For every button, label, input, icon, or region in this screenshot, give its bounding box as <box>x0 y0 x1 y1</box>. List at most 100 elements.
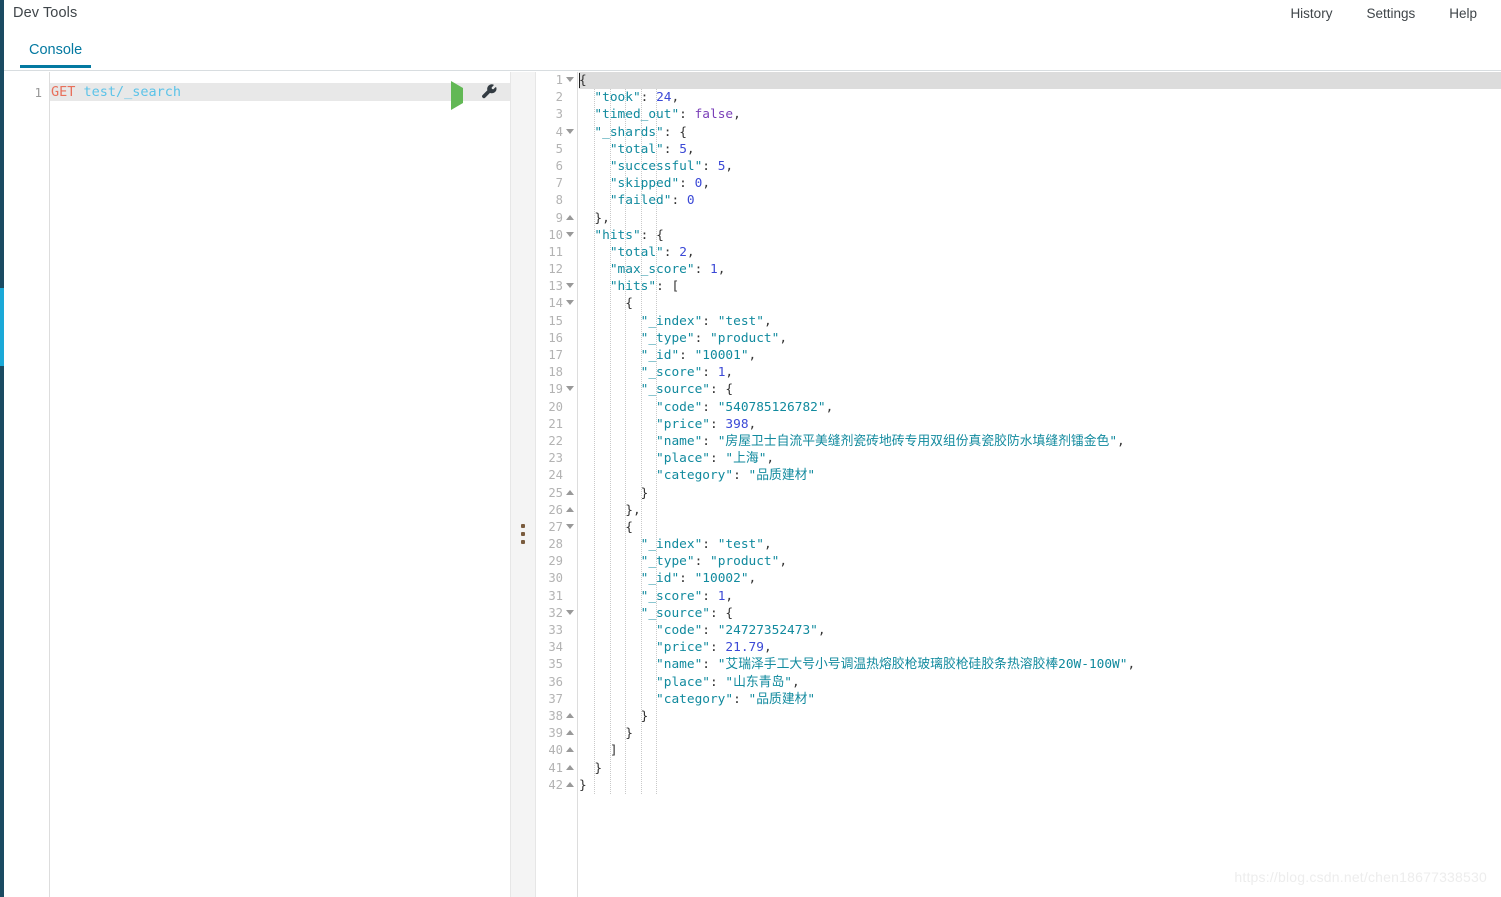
response-code-line[interactable]: } <box>579 760 1135 777</box>
response-code-line[interactable]: "hits": [ <box>579 278 1135 295</box>
chevron-up-icon[interactable] <box>566 712 574 718</box>
response-line-number: 30 <box>548 571 563 586</box>
token-punc: : <box>702 623 718 638</box>
chevron-down-icon[interactable] <box>566 128 574 134</box>
response-line-number: 15 <box>548 313 563 328</box>
chevron-down-icon[interactable] <box>566 231 574 237</box>
response-code-line[interactable]: { <box>579 295 1135 312</box>
response-code-line[interactable]: "_id": "10002", <box>579 570 1135 587</box>
request-editor-pane[interactable]: 1 GET test/_search <box>4 72 510 897</box>
response-code-line[interactable]: "place": "山东青岛", <box>579 674 1135 691</box>
chevron-down-icon[interactable] <box>566 77 574 82</box>
response-code-line[interactable]: "_index": "test", <box>579 313 1135 330</box>
response-line-content: "timed_out": false, <box>579 107 740 122</box>
chevron-down-icon[interactable] <box>566 300 574 306</box>
topnav-item-help[interactable]: Help <box>1449 6 1477 21</box>
response-code-viewer[interactable]: 1 2 3 4 5 6 7 8 9 10 11 12 13 14 15 16 17 18 19 20 21 22 23 24 2… <box>536 72 1501 897</box>
response-code-line[interactable]: "_type": "product", <box>579 553 1135 570</box>
response-code-line[interactable]: } <box>579 777 1135 794</box>
response-code-line[interactable]: "timed_out": false, <box>579 106 1135 123</box>
topnav-item-history[interactable]: History <box>1290 6 1332 21</box>
response-code-line[interactable]: } <box>579 485 1135 502</box>
chevron-up-icon[interactable] <box>566 747 574 753</box>
response-code-line[interactable]: } <box>579 708 1135 725</box>
response-code-line[interactable]: "category": "品质建材" <box>579 691 1135 708</box>
chevron-up-icon[interactable] <box>566 489 574 495</box>
wrench-icon[interactable] <box>481 84 498 106</box>
chevron-up-icon[interactable] <box>566 214 574 220</box>
response-code-line[interactable]: "took": 24, <box>579 89 1135 106</box>
response-line-number: 13 <box>536 278 577 295</box>
token-str: "品质建材" <box>748 468 816 484</box>
token-brace: } <box>625 502 633 518</box>
response-lines[interactable]: { "took": 24, "timed_out": false, "_shar… <box>579 72 1501 794</box>
token-key: "_index" <box>640 537 703 553</box>
response-code-line[interactable]: "code": "540785126782", <box>579 399 1135 416</box>
response-code-line[interactable]: { <box>579 72 1501 90</box>
token-punc: , <box>763 640 772 656</box>
response-code-line[interactable]: "_score": 1, <box>579 364 1135 381</box>
response-code-line[interactable]: "total": 2, <box>579 244 1135 261</box>
response-code-line[interactable]: "hits": { <box>579 227 1135 244</box>
response-code-line[interactable]: "name": "房屋卫士自流平美缝剂瓷砖地砖专用双组份真瓷胶防水填缝剂镭金色"… <box>579 433 1135 450</box>
token-key: "name" <box>656 433 703 449</box>
response-code-line[interactable]: "_type": "product", <box>579 330 1135 347</box>
chevron-down-icon[interactable] <box>566 283 574 289</box>
response-code-line[interactable]: "_score": 1, <box>579 588 1135 605</box>
response-code-line[interactable]: "_shards": { <box>579 124 1135 141</box>
response-code-line[interactable]: "_id": "10001", <box>579 347 1135 364</box>
response-code-line[interactable]: "place": "上海", <box>579 450 1135 467</box>
response-line-number: 2 <box>555 90 563 105</box>
response-code-line[interactable]: "price": 398, <box>579 416 1135 433</box>
response-code-line[interactable]: "failed": 0 <box>579 192 1135 209</box>
response-line-number: 40 <box>536 742 577 759</box>
response-code-line[interactable]: "max_score": 1, <box>579 261 1135 278</box>
response-code-line[interactable]: ] <box>579 742 1135 759</box>
response-code-line[interactable]: }, <box>579 210 1135 227</box>
chevron-down-icon[interactable] <box>566 609 574 615</box>
request-line-text[interactable]: GET test/_search <box>51 84 181 101</box>
response-code-line[interactable]: "_source": { <box>579 381 1135 398</box>
response-line-number: 22 <box>548 433 563 448</box>
chevron-up-icon[interactable] <box>566 764 574 770</box>
token-punc: : <box>694 262 710 278</box>
token-key: "category" <box>656 468 734 484</box>
token-str: "房屋卫士自流平美缝剂瓷砖地砖专用双组份真瓷胶防水填缝剂镭金色" <box>717 433 1118 449</box>
response-code-line[interactable]: "total": 5, <box>579 141 1135 158</box>
response-pane[interactable]: 1 2 3 4 5 6 7 8 9 10 11 12 13 14 15 16 17 18 19 20 21 22 23 24 2… <box>536 72 1501 897</box>
response-code-line[interactable]: "name": "艾瑞泽手工大号小号调温热熔胶枪玻璃胶枪硅胶条热溶胶棒20W-1… <box>579 656 1135 673</box>
response-code-line[interactable]: }, <box>579 502 1135 519</box>
response-code-line[interactable]: "successful": 5, <box>579 158 1135 175</box>
response-line-content: "name": "房屋卫士自流平美缝剂瓷砖地砖专用双组份真瓷胶防水填缝剂镭金色"… <box>579 434 1125 449</box>
response-line-content: "_score": 1, <box>579 589 734 604</box>
response-code-line[interactable]: "code": "24727352473", <box>579 622 1135 639</box>
response-line-content: ] <box>579 743 618 758</box>
drag-handle-icon[interactable] <box>521 524 525 548</box>
chevron-down-icon[interactable] <box>566 523 574 529</box>
token-brace: { <box>725 605 734 621</box>
response-code-line[interactable]: { <box>579 519 1135 536</box>
request-code-editor[interactable]: 1 GET test/_search <box>4 72 510 897</box>
response-line-content: "_score": 1, <box>579 365 734 380</box>
chevron-down-icon[interactable] <box>566 386 574 392</box>
response-code-line[interactable]: "category": "品质建材" <box>579 467 1135 484</box>
play-icon[interactable] <box>451 80 464 110</box>
response-code-line[interactable]: "_index": "test", <box>579 536 1135 553</box>
panel-splitter[interactable] <box>510 72 536 897</box>
token-punc: : <box>709 416 726 432</box>
response-code-line[interactable]: "_source": { <box>579 605 1135 622</box>
token-punc: , <box>825 399 834 415</box>
token-punc: , <box>766 451 775 467</box>
response-code-line[interactable]: "price": 21.79, <box>579 639 1135 656</box>
response-code-line[interactable]: "skipped": 0, <box>579 175 1135 192</box>
token-punc: , <box>717 262 726 278</box>
response-line-number: 31 <box>548 588 563 603</box>
chevron-up-icon[interactable] <box>566 781 574 787</box>
chevron-up-icon[interactable] <box>566 506 574 512</box>
response-code-line[interactable]: } <box>579 725 1135 742</box>
text-cursor <box>579 73 580 88</box>
tab-console[interactable]: Console <box>12 36 99 68</box>
chevron-up-icon[interactable] <box>566 730 574 736</box>
token-num: 21.79 <box>725 640 764 656</box>
topnav-item-settings[interactable]: Settings <box>1366 6 1415 21</box>
